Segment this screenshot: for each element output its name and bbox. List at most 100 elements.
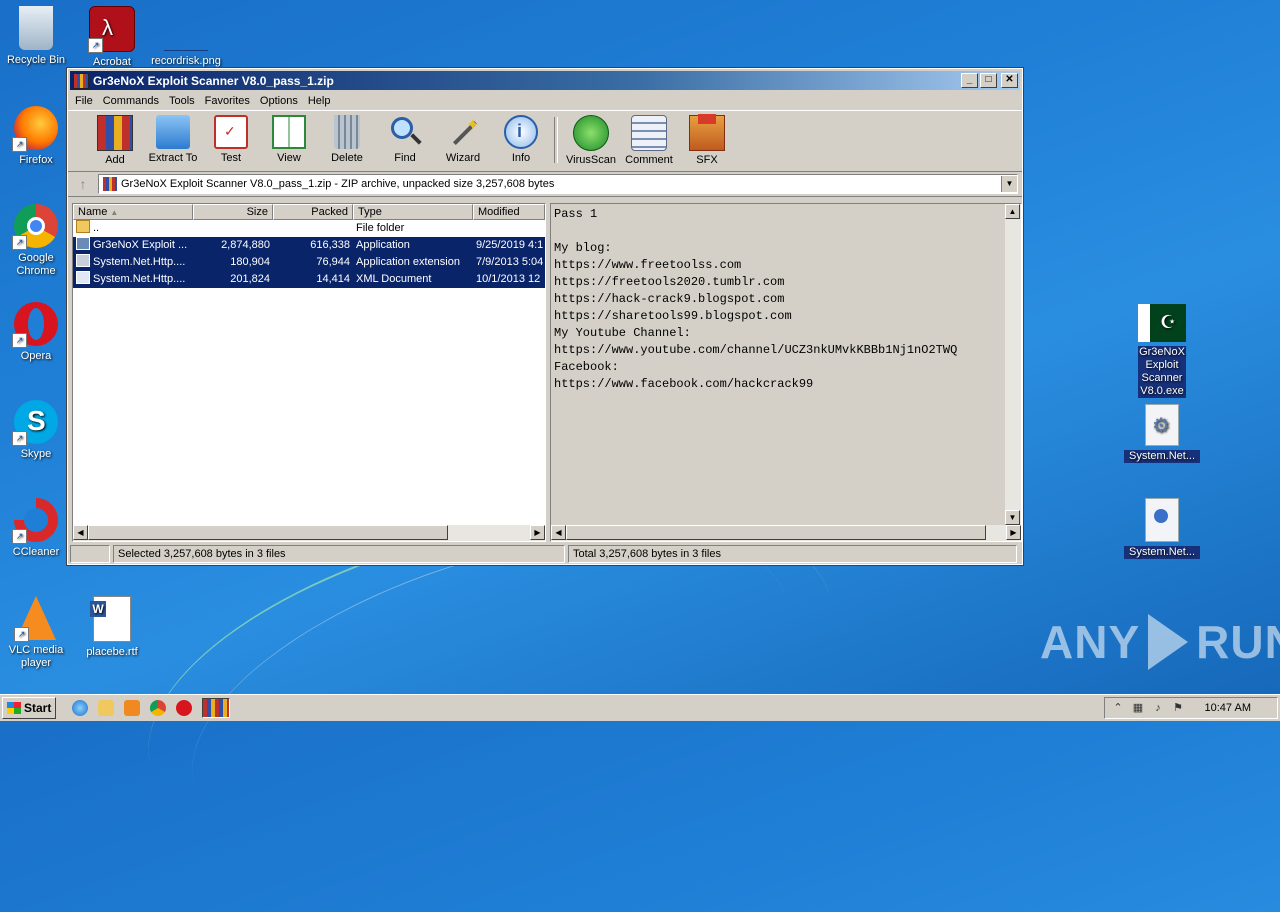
sfx-button[interactable]: SFX — [678, 111, 736, 166]
comment-vertical-scrollbar[interactable]: ▲ ▼ — [1005, 204, 1021, 525]
show-hidden-icons-icon[interactable]: ⌃ — [1111, 702, 1125, 714]
info-button[interactable]: i Info — [492, 111, 550, 164]
scrollbar-thumb[interactable] — [88, 525, 448, 540]
menu-file[interactable]: File — [70, 95, 98, 107]
column-header-modified[interactable]: Modified — [473, 204, 545, 220]
delete-button-label: Delete — [331, 152, 363, 164]
sort-ascending-icon: ▲ — [110, 208, 119, 217]
minimize-button[interactable]: _ — [961, 73, 978, 88]
desktop-icon-recordrisk[interactable]: recordrisk.png — [148, 6, 224, 68]
clock[interactable]: 10:47 AM — [1205, 702, 1251, 714]
winrar-taskbar-icon[interactable] — [202, 698, 231, 718]
find-button[interactable]: Find — [376, 111, 434, 164]
desktop-icon-vlc[interactable]: ↗ VLC media player — [0, 596, 74, 670]
media-player-icon[interactable] — [124, 700, 141, 716]
ie-icon[interactable] — [72, 700, 89, 716]
opera-icon[interactable] — [176, 700, 193, 716]
add-icon — [97, 115, 133, 151]
find-button-label: Find — [394, 152, 416, 164]
add-button[interactable]: Add — [86, 111, 144, 166]
comment-horizontal-scrollbar[interactable]: ◀ ▶ — [551, 525, 1021, 541]
menu-help[interactable]: Help — [303, 95, 336, 107]
scroll-right-icon[interactable]: ▶ — [530, 525, 545, 540]
network-icon[interactable]: ▦ — [1131, 702, 1145, 714]
desktop-icon-system-net-dll[interactable]: ⚙ System.Net... — [1124, 404, 1200, 463]
table-row[interactable]: System.Net.Http.... 201,824 14,414 XML D… — [73, 271, 545, 288]
wand-icon: ✦ — [446, 115, 480, 149]
scroll-right-icon[interactable]: ▶ — [1006, 525, 1021, 540]
file-size: 201,824 — [193, 271, 273, 288]
window-titlebar[interactable]: Gr3eNoX Exploit Scanner V8.0_pass_1.zip … — [70, 71, 1020, 90]
maximize-button[interactable]: □ — [980, 73, 997, 88]
magnifier-icon — [388, 115, 422, 149]
up-arrow-icon[interactable]: ↑ — [68, 176, 98, 192]
vlc-cone-icon: ↗ — [14, 596, 56, 642]
test-button[interactable]: ✓ Test — [202, 111, 260, 164]
column-header-name[interactable]: Name ▲ — [73, 204, 193, 220]
comment-button[interactable]: Comment — [620, 111, 678, 166]
test-button-label: Test — [220, 152, 242, 164]
scroll-down-icon[interactable]: ▼ — [1005, 510, 1020, 525]
column-header-type[interactable]: Type — [353, 204, 473, 220]
application-icon — [76, 237, 90, 250]
menu-options[interactable]: Options — [255, 95, 303, 107]
table-row[interactable]: System.Net.Http.... 180,904 76,944 Appli… — [73, 254, 545, 271]
file-modified: 7/9/2013 5:04 — [473, 254, 545, 271]
file-name: System.Net.Http.... — [93, 256, 186, 268]
virusscan-button[interactable]: VirusScan — [562, 111, 620, 166]
bug-icon — [573, 115, 609, 151]
file-modified: 10/1/2013 12 — [473, 271, 545, 288]
file-list-horizontal-scrollbar[interactable]: ◀ ▶ — [73, 525, 545, 541]
desktop-icon-firefox[interactable]: ↗ Firefox — [0, 106, 74, 167]
archive-comment-pane[interactable]: Pass 1 My blog: https://www.freetoolss.c… — [550, 203, 1022, 542]
menu-commands[interactable]: Commands — [98, 95, 164, 107]
address-combobox[interactable]: Gr3eNoX Exploit Scanner V8.0_pass_1.zip … — [98, 174, 1018, 194]
play-triangle-icon — [1148, 614, 1189, 670]
desktop-icon-system-net-xml[interactable]: System.Net... — [1124, 498, 1200, 559]
scroll-left-icon[interactable]: ◀ — [551, 525, 566, 540]
desktop-icon-skype[interactable]: S ↗ Skype — [0, 400, 74, 461]
explorer-folder-icon[interactable] — [98, 700, 115, 716]
chrome-icon[interactable] — [150, 700, 167, 716]
scroll-up-icon[interactable]: ▲ — [1005, 204, 1020, 219]
action-center-flag-icon[interactable]: ⚑ — [1171, 702, 1185, 714]
desktop-icon-gr3enox-exe[interactable]: ☪ Gr3eNoX Exploit Scanner V8.0.exe — [1124, 304, 1200, 398]
file-list-header: Name ▲ Size Packed Type Modified — [73, 204, 545, 220]
status-total: Total 3,257,608 bytes in 3 files — [568, 545, 1017, 563]
menu-tools[interactable]: Tools — [164, 95, 200, 107]
desktop-icon-acrobat[interactable]: λ ↗ Acrobat — [74, 6, 150, 69]
file-modified — [473, 220, 545, 237]
wizard-button[interactable]: ✦ Wizard — [434, 111, 492, 164]
file-size: 180,904 — [193, 254, 273, 271]
start-button[interactable]: Start — [2, 697, 57, 719]
desktop-icon-recycle-bin[interactable]: Recycle Bin — [0, 6, 74, 67]
desktop-icon-chrome[interactable]: ↗ Google Chrome — [0, 204, 74, 278]
extract-to-button[interactable]: Extract To — [144, 111, 202, 164]
speaker-icon[interactable]: ♪ — [1151, 702, 1165, 714]
menu-favorites[interactable]: Favorites — [200, 95, 255, 107]
folder-up-icon — [76, 220, 90, 233]
desktop-icon-label: System.Net... — [1124, 450, 1200, 463]
view-button[interactable]: View — [260, 111, 318, 164]
toolbar: Add Extract To ✓ Test View Delete Find ✦… — [68, 110, 1022, 172]
close-button[interactable]: ✕ — [1001, 73, 1018, 88]
desktop-icon-placebe[interactable]: W placebe.rtf — [74, 596, 150, 659]
drive-key-icon[interactable] — [70, 545, 110, 563]
scrollbar-thumb[interactable] — [566, 525, 986, 540]
winrar-app-icon[interactable] — [73, 72, 89, 89]
table-row[interactable]: .. File folder — [73, 220, 545, 237]
scroll-left-icon[interactable]: ◀ — [73, 525, 88, 540]
desktop-icon-label: recordrisk.png — [151, 55, 221, 67]
file-type: XML Document — [353, 271, 473, 288]
desktop-icon-opera[interactable]: ↗ Opera — [0, 302, 74, 363]
table-row[interactable]: Gr3eNoX Exploit ... 2,874,880 616,338 Ap… — [73, 237, 545, 254]
desktop-icon-label: placebe.rtf — [86, 646, 138, 658]
chevron-down-icon[interactable]: ▼ — [1001, 176, 1017, 192]
desktop-icon-ccleaner[interactable]: ↗ CCleaner — [0, 498, 74, 559]
file-packed: 76,944 — [273, 254, 353, 271]
address-text: Gr3eNoX Exploit Scanner V8.0_pass_1.zip … — [121, 178, 555, 190]
column-header-packed[interactable]: Packed — [273, 204, 353, 220]
column-header-size[interactable]: Size — [193, 204, 273, 220]
delete-button[interactable]: Delete — [318, 111, 376, 164]
taskbar: Start ⌃ ▦ ♪ ⚑ 10:47 AM — [0, 694, 1280, 721]
